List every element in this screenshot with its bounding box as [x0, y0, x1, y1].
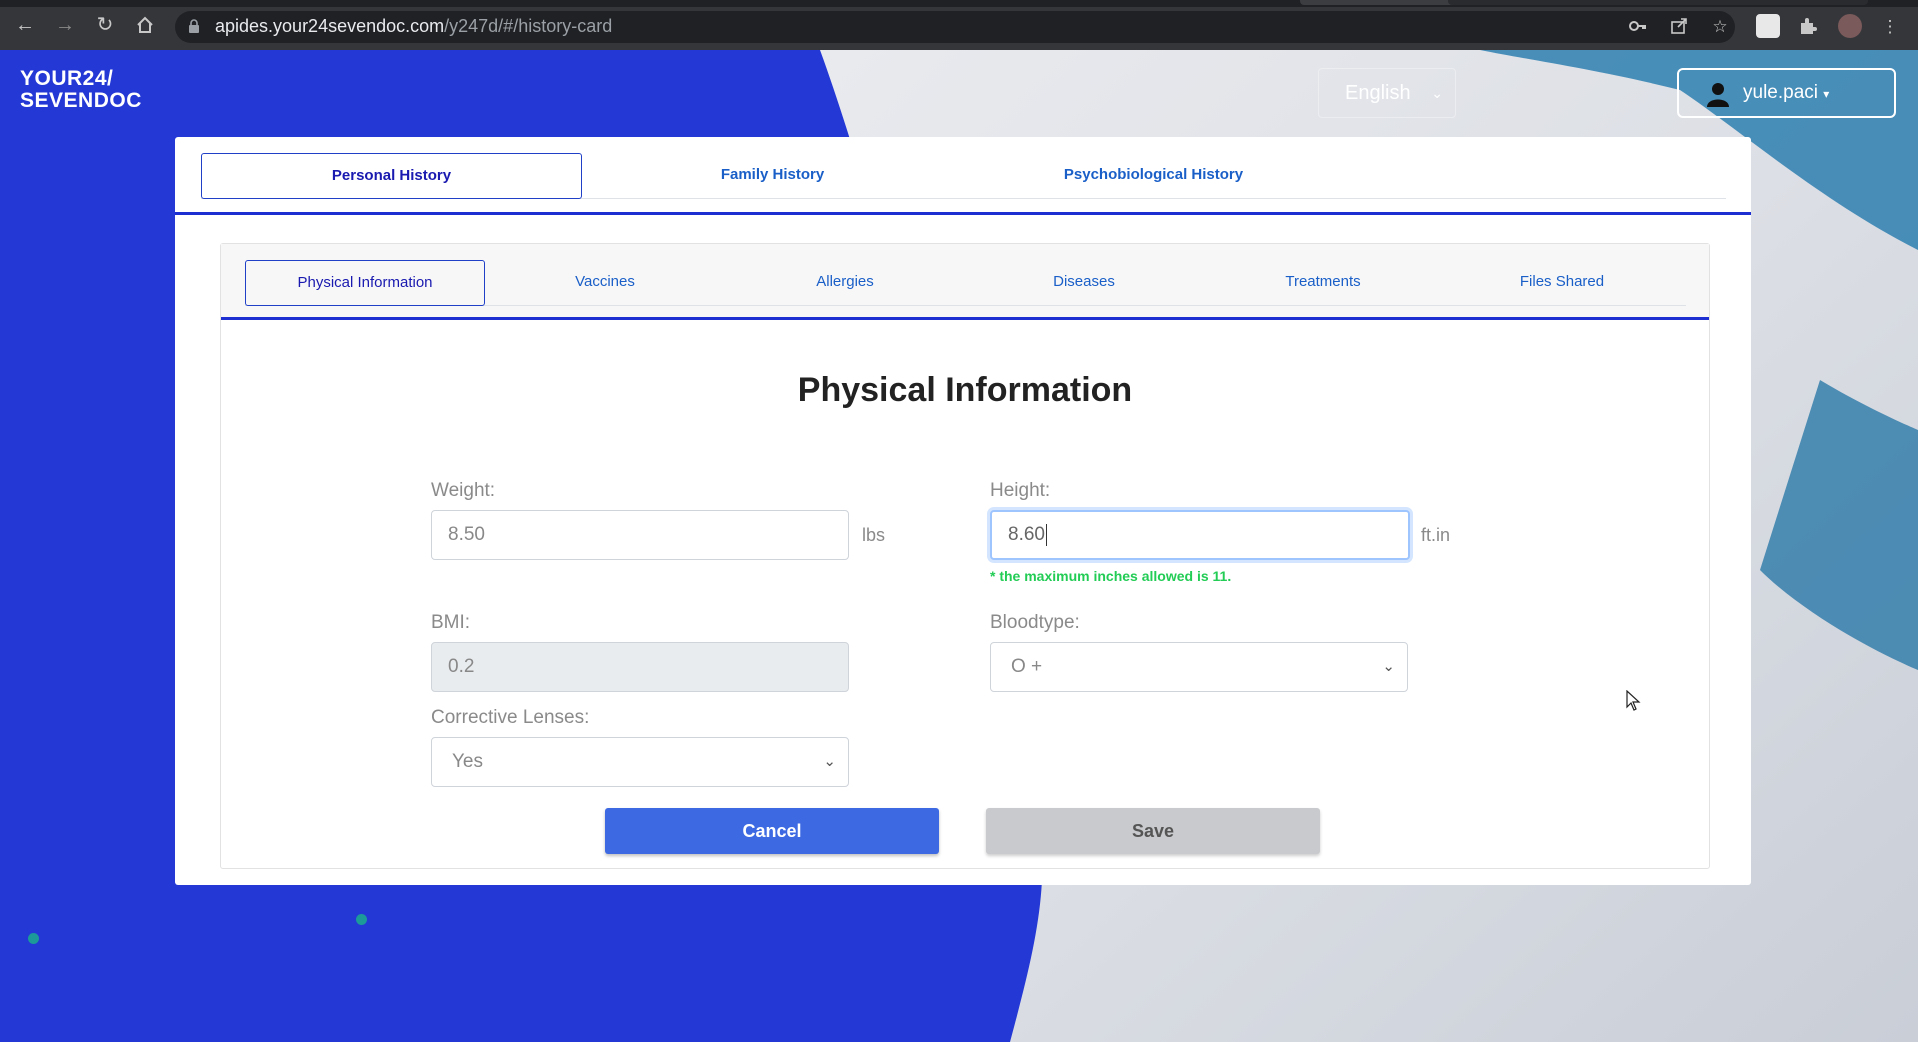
save-button[interactable]: Save — [986, 808, 1320, 854]
extension-icon[interactable] — [1756, 14, 1780, 38]
height-input[interactable]: 8.60 — [990, 510, 1410, 560]
chevron-down-icon: ⌄ — [1431, 85, 1443, 101]
sub-tabs: Physical Information Vaccines Allergies … — [245, 260, 1686, 306]
logo-line1: YOUR24/ — [20, 67, 114, 90]
mouse-cursor-icon — [1626, 690, 1641, 711]
weight-unit: lbs — [862, 525, 886, 545]
username-text: yule.paci — [1743, 82, 1818, 103]
chevron-down-icon: ⌄ — [1382, 658, 1395, 675]
bmi-label: BMI: — [431, 612, 471, 633]
tab-family-history[interactable]: Family History — [582, 153, 963, 199]
caret-down-icon: ▾ — [1823, 87, 1830, 101]
tab-diseases[interactable]: Diseases — [964, 260, 1204, 306]
username: yule.paci ▾ — [1743, 70, 1829, 117]
key-icon[interactable] — [1627, 16, 1649, 38]
lenses-select[interactable]: Yes ⌄ — [431, 737, 849, 787]
tab-files-shared[interactable]: Files Shared — [1442, 260, 1682, 306]
decor-dot — [28, 933, 39, 944]
user-menu-button[interactable]: yule.paci ▾ — [1677, 68, 1896, 118]
browser-toolbar: ← → ↻ apides.your24sevendoc.com/y247d/#/… — [0, 0, 1918, 50]
tab-vaccines[interactable]: Vaccines — [485, 260, 725, 306]
reload-icon[interactable]: ↻ — [92, 12, 118, 38]
lock-icon[interactable] — [188, 18, 200, 34]
weight-label: Weight: — [431, 480, 496, 501]
bmi-input: 0.2 — [431, 642, 849, 692]
menu-kebab-icon[interactable]: ⋮ — [1879, 16, 1901, 38]
page: YOUR24/ SEVENDOC English ⌄ yule.paci ▾ P… — [0, 50, 1918, 1042]
form-title: Physical Information — [797, 371, 1133, 409]
height-hint: * the maximum inches allowed is 11. — [990, 568, 1232, 584]
main-tabs: Personal History Family History Psychobi… — [201, 153, 1726, 199]
bloodtype-value: O + — [1011, 656, 1043, 677]
bloodtype-select[interactable]: O + ⌄ — [990, 642, 1408, 692]
logo[interactable]: YOUR24/ SEVENDOC — [20, 68, 142, 112]
share-icon[interactable] — [1668, 16, 1690, 38]
language-select[interactable]: English ⌄ — [1318, 68, 1456, 118]
weight-input[interactable]: 8.50 — [431, 510, 849, 560]
tab-personal-history[interactable]: Personal History — [201, 153, 582, 199]
profile-avatar[interactable] — [1838, 14, 1862, 38]
sub-tabs-bar: Physical Information Vaccines Allergies … — [221, 244, 1709, 320]
lenses-value: Yes — [452, 751, 483, 772]
logo-line2: SEVENDOC — [20, 89, 142, 112]
cancel-button[interactable]: Cancel — [605, 808, 939, 854]
height-value: 8.60 — [1008, 524, 1045, 545]
puzzle-icon[interactable] — [1797, 15, 1819, 37]
home-icon[interactable] — [132, 12, 158, 38]
chevron-down-icon: ⌄ — [823, 753, 836, 770]
user-icon — [1707, 83, 1729, 107]
history-card: Personal History Family History Psychobi… — [175, 137, 1751, 885]
tab-allergies[interactable]: Allergies — [725, 260, 965, 306]
physical-info-panel: Physical Information Vaccines Allergies … — [220, 243, 1710, 869]
forward-icon[interactable]: → — [52, 12, 78, 38]
weight-value: 8.50 — [448, 524, 485, 545]
bookmark-star-icon[interactable]: ☆ — [1709, 16, 1731, 38]
bloodtype-label: Bloodtype: — [990, 612, 1080, 633]
bmi-value: 0.2 — [448, 656, 475, 677]
lenses-label: Corrective Lenses: — [431, 707, 590, 728]
back-icon[interactable]: ← — [12, 12, 38, 38]
height-unit: ft.in — [1421, 525, 1451, 545]
tab-psychobiological-history[interactable]: Psychobiological History — [963, 153, 1344, 199]
language-label: English — [1345, 82, 1411, 104]
tab-physical-information[interactable]: Physical Information — [245, 260, 485, 306]
url-text[interactable]: apides.your24sevendoc.com/y247d/#/histor… — [215, 16, 612, 37]
url-path: /y247d/#/history-card — [444, 16, 613, 36]
url-host: apides.your24sevendoc.com — [215, 16, 445, 36]
tab-treatments[interactable]: Treatments — [1203, 260, 1443, 306]
decor-dot — [356, 914, 367, 925]
tabs-underline — [175, 212, 1751, 215]
text-caret — [1045, 523, 1047, 546]
browser-tab[interactable] — [1448, 0, 1868, 5]
height-label: Height: — [990, 480, 1051, 501]
